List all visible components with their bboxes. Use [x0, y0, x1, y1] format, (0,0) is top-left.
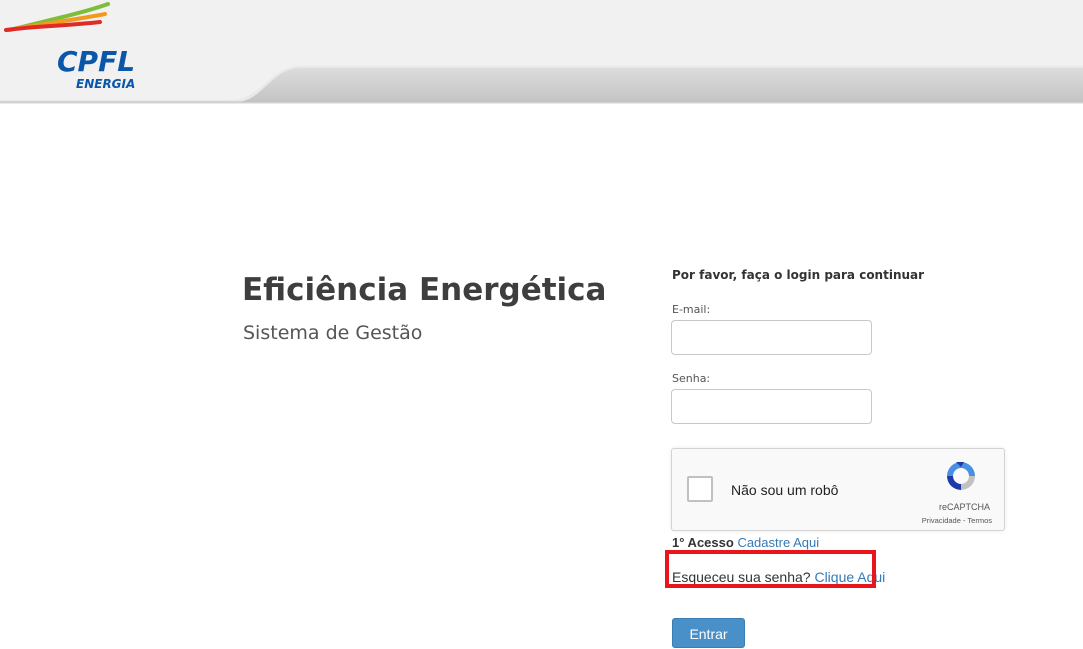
recaptcha-widget: Não sou um robô reCAPTCHA Privacidade - … — [671, 448, 1005, 531]
first-access-row: 1° Acesso Cadastre Aqui — [672, 535, 819, 550]
recaptcha-links[interactable]: Privacidade - Termos — [922, 516, 992, 525]
logo-wordmark: CPFL — [57, 45, 136, 78]
email-label: E-mail: — [672, 303, 711, 316]
header-banner: CPFL ENERGIA — [0, 0, 1083, 104]
register-link[interactable]: Cadastre Aqui — [737, 535, 819, 550]
logo-subtitle: ENERGIA — [76, 77, 136, 91]
email-field[interactable] — [671, 320, 872, 355]
login-prompt: Por favor, faça o login para continuar — [672, 268, 925, 282]
recaptcha-checkbox[interactable] — [687, 476, 713, 502]
password-field[interactable] — [671, 389, 872, 424]
password-label: Senha: — [672, 372, 711, 385]
recaptcha-brand: reCAPTCHA — [938, 502, 990, 512]
page-subtitle: Sistema de Gestão — [243, 322, 423, 344]
recaptcha-logo-icon — [947, 462, 975, 490]
page-title: Eficiência Energética — [242, 272, 607, 308]
first-access-label: 1° Acesso — [672, 535, 734, 550]
highlight-annotation — [665, 550, 876, 588]
recaptcha-label: Não sou um robô — [731, 482, 839, 498]
header-background — [0, 0, 1083, 104]
